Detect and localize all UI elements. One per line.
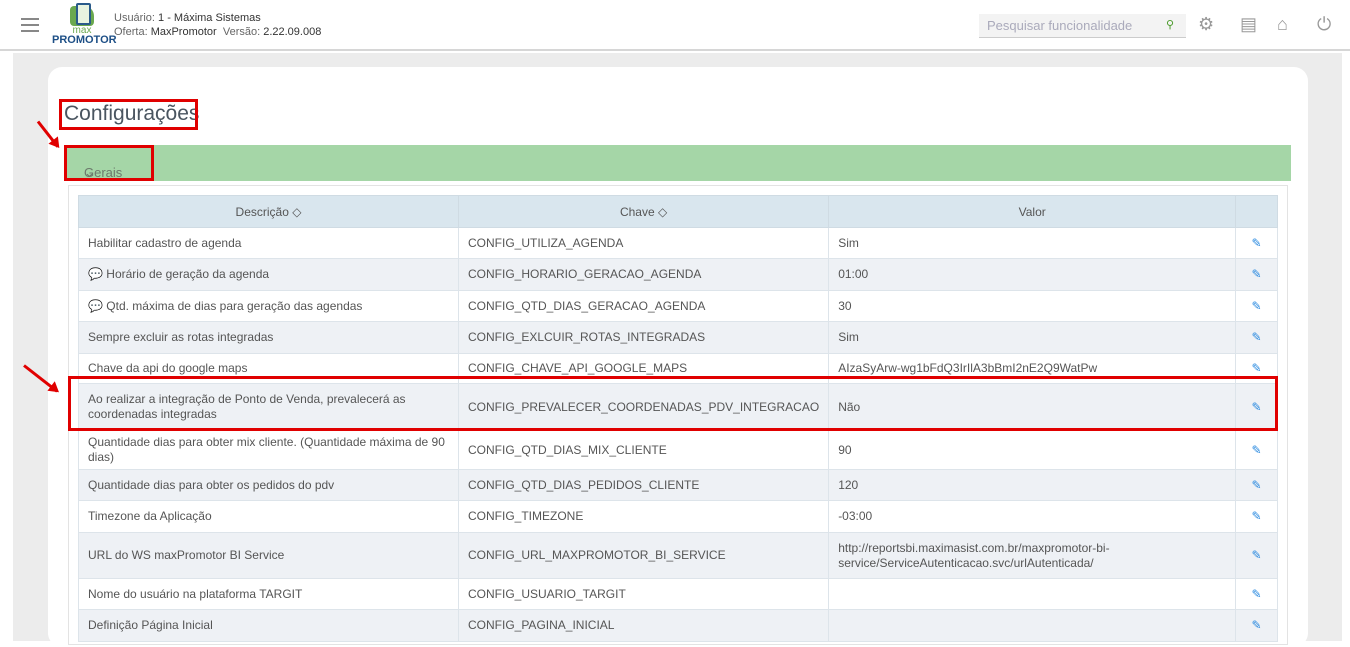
document-icon[interactable]: ▤ xyxy=(1240,14,1257,35)
edit-pencil-icon[interactable]: ✎ xyxy=(1235,578,1278,610)
edit-pencil-icon[interactable]: ✎ xyxy=(1235,430,1278,470)
cell-valor: 01:00 xyxy=(828,258,1237,291)
cell-chave: CONFIG_USUARIO_TARGIT xyxy=(457,578,830,610)
cell-chave: CONFIG_QTD_DIAS_PEDIDOS_CLIENTE xyxy=(457,469,830,501)
table-row: Sempre excluir as rotas integradas CONFIG… xyxy=(78,321,1278,354)
edit-pencil-icon[interactable]: ✎ xyxy=(1235,290,1278,322)
table-row: 💬 Qtd. máxima de dias para geração das a… xyxy=(78,290,1278,322)
edit-pencil-icon[interactable]: ✎ xyxy=(1235,227,1278,259)
cell-valor: Sim xyxy=(828,321,1237,354)
cell-descricao: Quantidade dias para obter os pedidos do… xyxy=(78,469,459,501)
cell-valor xyxy=(828,609,1237,642)
user-info: Usuário: 1 - Máxima Sistemas Oferta: Max… xyxy=(114,11,321,39)
edit-pencil-icon[interactable]: ✎ xyxy=(1235,500,1278,533)
cell-valor: 120 xyxy=(828,469,1237,501)
highlight-section xyxy=(64,145,154,181)
table-row: Nome do usuário na plataforma TARGIT CONF… xyxy=(78,578,1278,610)
column-header-descricao[interactable]: Descrição ◇ xyxy=(78,195,459,228)
version-label: Versão: xyxy=(222,26,261,38)
edit-pencil-icon[interactable]: ✎ xyxy=(1235,258,1278,291)
settings-gears-icon[interactable]: ⚙ xyxy=(1198,14,1214,35)
user-value: 1 - Máxima Sistemas xyxy=(158,12,261,24)
edit-pencil-icon[interactable]: ✎ xyxy=(1235,532,1278,579)
table-row: Definição Página Inicial CONFIG_PAGINA_IN… xyxy=(78,609,1278,642)
cell-descricao: Sempre excluir as rotas integradas xyxy=(78,321,459,354)
cell-chave: CONFIG_UTILIZA_AGENDA xyxy=(457,227,830,259)
table-row: Quantidade dias para obter mix cliente. … xyxy=(78,430,1278,470)
cell-chave: CONFIG_HORARIO_GERACAO_AGENDA xyxy=(457,258,830,291)
edit-pencil-icon[interactable]: ✎ xyxy=(1235,469,1278,501)
cell-descricao: Quantidade dias para obter mix cliente. … xyxy=(78,430,459,470)
search-input[interactable]: Pesquisar funcionalidade ⚲ xyxy=(979,14,1186,38)
hamburger-menu-icon[interactable] xyxy=(21,18,39,32)
top-bar: max PROMOTOR Usuário: 1 - Máxima Sistemas… xyxy=(0,0,1350,51)
column-header-valor: Valor xyxy=(828,195,1237,228)
cell-descricao: URL do WS maxPromotor BI Service xyxy=(78,532,459,579)
cell-chave: CONFIG_TIMEZONE xyxy=(457,500,830,533)
table-row: Timezone da Aplicação CONFIG_TIMEZONE -03:… xyxy=(78,500,1278,533)
cell-chave: CONFIG_URL_MAXPROMOTOR_BI_SERVICE xyxy=(457,532,830,579)
offer-label: Oferta: xyxy=(114,26,148,38)
cell-chave: CONFIG_QTD_DIAS_GERACAO_AGENDA xyxy=(457,290,830,322)
offer-value: MaxPromotor xyxy=(150,26,217,38)
column-header-actions xyxy=(1235,195,1278,228)
search-placeholder: Pesquisar funcionalidade xyxy=(987,18,1133,33)
user-label: Usuário: xyxy=(114,12,155,24)
table-row: 💬 Horário de geração da agenda CONFIG_HOR… xyxy=(78,258,1278,291)
cell-chave: CONFIG_QTD_DIAS_MIX_CLIENTE xyxy=(457,430,830,470)
highlight-title xyxy=(59,99,198,130)
power-icon[interactable]: ⏻ xyxy=(1317,14,1331,35)
cell-descricao: Timezone da Aplicação xyxy=(78,500,459,533)
cell-descricao: Habilitar cadastro de agenda xyxy=(78,227,459,259)
cell-valor: 90 xyxy=(828,430,1237,470)
cell-valor: -03:00 xyxy=(828,500,1237,533)
edit-pencil-icon[interactable]: ✎ xyxy=(1235,609,1278,642)
column-header-chave[interactable]: Chave ◇ xyxy=(457,195,830,228)
table-row: Habilitar cadastro de agenda CONFIG_UTILI… xyxy=(78,227,1278,259)
home-icon[interactable]: ⌂ xyxy=(1277,14,1288,35)
cell-valor: Sim xyxy=(828,227,1237,259)
cell-descricao: 💬 Qtd. máxima de dias para geração das a… xyxy=(78,290,459,322)
cell-valor: http://reportsbi.maximasist.com.br/maxpr… xyxy=(828,532,1237,579)
cell-chave: CONFIG_EXLCUIR_ROTAS_INTEGRADAS xyxy=(457,321,830,354)
highlight-row xyxy=(68,376,1278,431)
table-row: URL do WS maxPromotor BI Service CONFIG_U… xyxy=(78,532,1278,579)
table-row: Quantidade dias para obter os pedidos do… xyxy=(78,469,1278,501)
cell-chave: CONFIG_PAGINA_INICIAL xyxy=(457,609,830,642)
section-gerais-header[interactable]: ⌄ Gerais xyxy=(64,145,1291,181)
search-icon[interactable]: ⚲ xyxy=(1166,18,1174,31)
cell-descricao: Nome do usuário na plataforma TARGIT xyxy=(78,578,459,610)
cell-descricao: 💬 Horário de geração da agenda xyxy=(78,258,459,291)
edit-pencil-icon[interactable]: ✎ xyxy=(1235,321,1278,354)
logo: max PROMOTOR xyxy=(52,3,117,50)
cell-valor xyxy=(828,578,1237,610)
version-value: 2.22.09.008 xyxy=(263,26,322,38)
cell-valor: 30 xyxy=(828,290,1237,322)
cell-descricao: Definição Página Inicial xyxy=(78,609,459,642)
